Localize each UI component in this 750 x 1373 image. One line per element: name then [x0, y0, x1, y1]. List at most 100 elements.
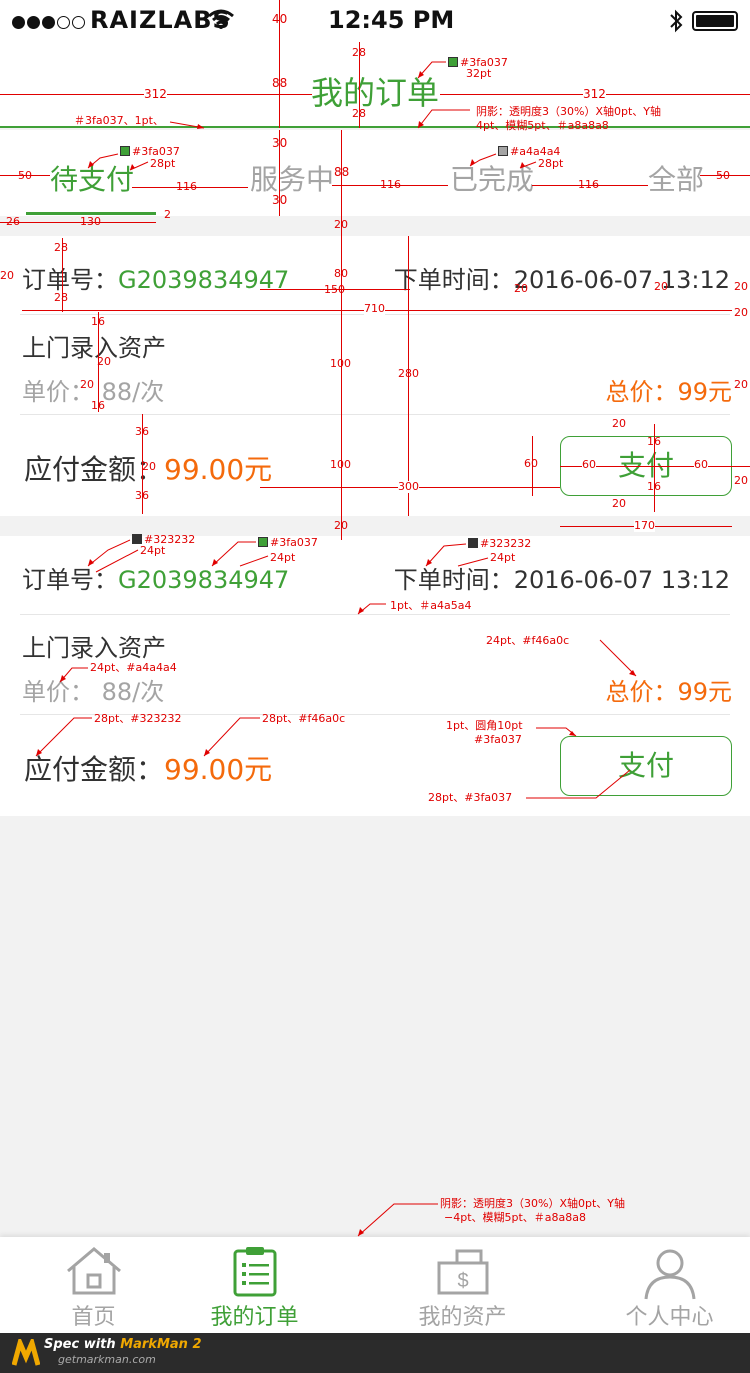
clock: 12:45 PM: [328, 6, 455, 34]
spec-annotation: 30: [272, 193, 288, 207]
spec-annotation: 16: [91, 315, 105, 328]
spec-annotation: 20: [734, 306, 748, 319]
spec-annotation: −4pt、模糊5pt、＃a8a8a8: [444, 1211, 587, 1224]
markman-url: getmarkman.com: [58, 1353, 156, 1366]
total-price: 总价：99元: [605, 678, 732, 706]
wifi-icon: [208, 9, 234, 29]
spec-annotation: 300: [398, 480, 419, 493]
order-number-label: 订单号：: [22, 266, 118, 294]
service-name: 上门录入资产: [22, 634, 166, 662]
svg-text:$: $: [457, 1270, 468, 1292]
pay-button[interactable]: 支付: [560, 736, 732, 796]
order-card: 订单号：G2039834947 下单时间：2016-06-07 13:12 上门…: [0, 236, 750, 516]
spec-annotation: 24pt: [490, 551, 516, 564]
spec-annotation: 20: [334, 519, 348, 532]
spec-annotation: 116: [176, 180, 197, 193]
spec-annotation: 32pt: [466, 67, 492, 80]
spec-annotation: 28pt: [150, 157, 176, 170]
spec-annotation: 88: [272, 76, 288, 90]
spec-annotation: 20: [734, 280, 748, 293]
spec-annotation: 88: [334, 165, 350, 179]
spec-annotation: 30: [272, 136, 288, 150]
spec-annotation: 28pt: [538, 157, 564, 170]
measure-line: [0, 222, 156, 223]
spec-annotation: 20: [80, 378, 94, 391]
spec-annotation: 20: [142, 460, 156, 473]
user-icon: [644, 1249, 695, 1300]
spec-annotation: 50: [18, 169, 32, 182]
tab-completed[interactable]: 已完成: [450, 158, 534, 198]
spec-annotation: 116: [578, 178, 599, 191]
divider: [20, 614, 730, 615]
spec-annotation: 2: [164, 208, 171, 221]
payable-value: 99.00元: [164, 453, 273, 486]
spec-annotation: #3fa037: [474, 733, 522, 746]
spec-annotation: 24pt: [140, 544, 166, 557]
spec-annotation: 28: [352, 46, 366, 59]
markman-footer: Spec with MarkMan 2 getmarkman.com: [0, 1333, 750, 1373]
spec-annotation: 20: [0, 269, 14, 282]
spec-annotation: 1pt、＃a4a5a4: [390, 599, 472, 612]
spec-annotation: 24pt、#f46a0c: [486, 634, 570, 647]
measure-line: [341, 130, 342, 540]
status-bar: RAIZLABS 12:45 PM: [0, 0, 750, 40]
payable-value: 99.00元: [164, 753, 273, 786]
tabbar-item-my-assets[interactable]: $ 我的资产: [369, 1237, 556, 1333]
markman-logo-icon: [12, 1339, 40, 1366]
order-time-label: 下单时间：: [393, 566, 514, 594]
tabbar-item-profile[interactable]: 个人中心: [576, 1237, 750, 1333]
spec-annotation: 20: [514, 282, 528, 295]
spec-annotation: 28: [352, 107, 366, 120]
spec-annotation: 36: [135, 489, 149, 502]
payable-label: 应付金额：: [24, 753, 165, 786]
bluetooth-icon: [670, 9, 683, 33]
spec-annotation: 20: [334, 218, 348, 231]
spec-annotation: 50: [716, 169, 730, 182]
spec-annotation: 20: [654, 280, 668, 293]
order-time: 下单时间：2016-06-07 13:12: [394, 560, 730, 595]
order-time-value: 2016-06-07 13:12: [513, 266, 730, 294]
order-card: 订单号：G2039834947 下单时间：2016-06-07 13:12 上门…: [0, 536, 750, 816]
spec-annotation-text: #323232: [480, 537, 532, 550]
spec-annotation: 20: [97, 355, 111, 368]
tabbar-item-my-orders[interactable]: 我的订单: [161, 1237, 348, 1333]
tab-pending-payment[interactable]: 待支付: [50, 158, 134, 198]
spec-annotation: 4pt、模糊5pt、＃a8a8a8: [476, 119, 609, 132]
order-number: 订单号：G2039834947: [22, 560, 289, 595]
spec-annotation: 1pt、圆角10pt: [446, 719, 523, 732]
spec-annotation: 280: [398, 367, 419, 380]
spec-annotation: 100: [330, 357, 351, 370]
spec-annotation: 16: [647, 435, 661, 448]
spec-annotation: 20: [612, 417, 626, 430]
spec-annotation: 60: [694, 458, 708, 471]
tabbar-label: 首页: [71, 1305, 116, 1330]
order-time: 下单时间：2016-06-07 13:12: [394, 260, 730, 295]
spec-annotation-text: #3fa037: [270, 536, 318, 549]
spec-annotation: 312: [583, 87, 606, 101]
service-name: 上门录入资产: [22, 334, 166, 362]
spec-annotation: 28pt、#323232: [94, 712, 182, 725]
tab-in-service[interactable]: 服务中: [250, 158, 334, 198]
tab-all[interactable]: 全部: [648, 158, 704, 198]
spec-annotation: 20: [612, 497, 626, 510]
spec-annotation: 28: [54, 291, 68, 304]
spec-annotation: 100: [330, 458, 351, 471]
spec-annotation: 阴影：透明度3（30%）X轴0pt、Y轴: [440, 1197, 625, 1210]
tabbar-label: 我的订单: [210, 1305, 299, 1330]
spec-annotation: 60: [524, 457, 538, 470]
spec-annotation: 16: [647, 480, 661, 493]
spec-annotation: 28pt、#3fa037: [428, 791, 513, 804]
spec-annotation: 170: [634, 519, 655, 532]
tabbar-item-home[interactable]: 首页: [0, 1237, 187, 1333]
spec-annotation: 80: [334, 267, 348, 280]
spec-annotation: 130: [80, 215, 101, 228]
spec-annotation: 36: [135, 425, 149, 438]
spec-annotation: 710: [364, 302, 385, 315]
spec-annotation: 28: [54, 241, 68, 254]
order-id: G2039834947: [118, 566, 290, 594]
markman-brand: MarkMan 2: [120, 1337, 202, 1352]
order-time-value: 2016-06-07 13:12: [513, 566, 730, 594]
asset-icon: $: [437, 1249, 488, 1295]
signal-strength-icon: [12, 14, 87, 33]
tabbar-label: 我的资产: [418, 1305, 507, 1330]
